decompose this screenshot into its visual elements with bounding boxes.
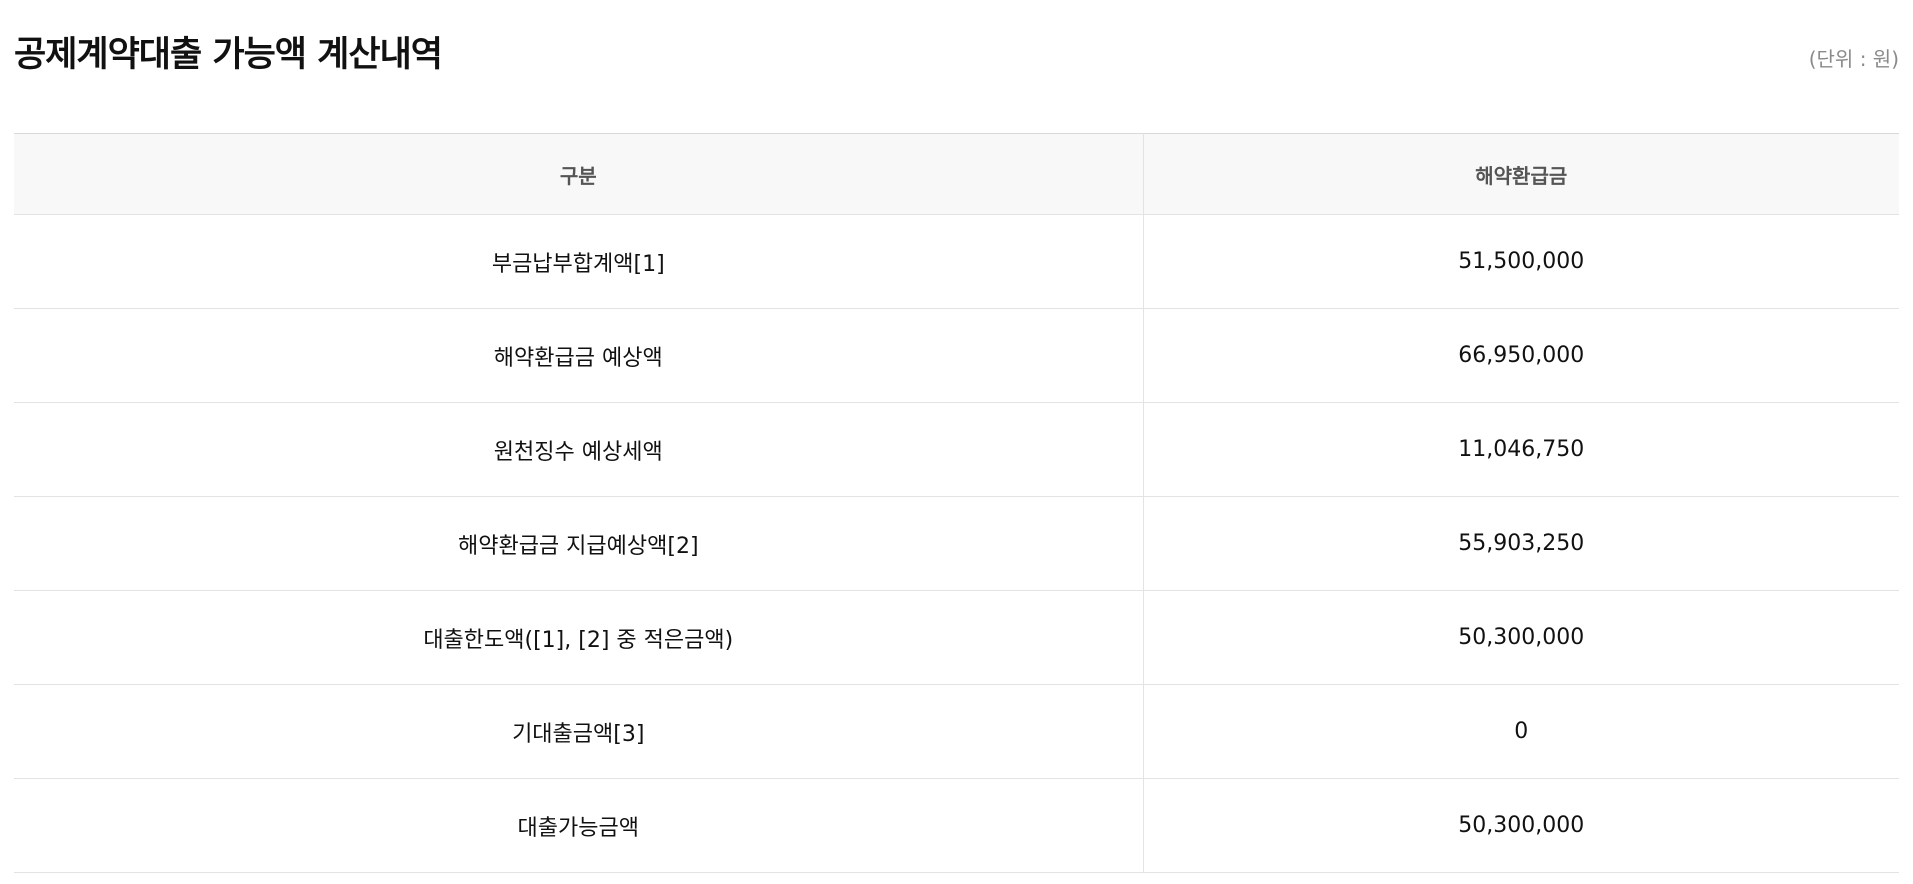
table-row: 해약환급금 지급예상액[2] 55,903,250 (14, 496, 1899, 591)
row-value: 11,046,750 (1143, 402, 1899, 497)
row-label: 부금납부합계액[1] (14, 214, 1144, 309)
row-label: 대출가능금액 (14, 778, 1144, 873)
calculation-table: 구분 해약환급금 부금납부합계액[1] 51,500,000 해약환급금 예상액… (14, 133, 1899, 873)
column-header-category: 구분 (14, 133, 1144, 215)
row-label: 해약환급금 예상액 (14, 308, 1144, 403)
unit-label: (단위 : 원) (1808, 47, 1899, 71)
row-value: 50,300,000 (1143, 778, 1899, 873)
table-row: 원천징수 예상세액 11,046,750 (14, 402, 1899, 497)
table-row: 해약환급금 예상액 66,950,000 (14, 308, 1899, 403)
table-row: 대출가능금액 50,300,000 (14, 778, 1899, 873)
table-row: 기대출금액[3] 0 (14, 684, 1899, 779)
page-title: 공제계약대출 가능액 계산내역 (14, 35, 443, 75)
row-value: 55,903,250 (1143, 496, 1899, 591)
row-label: 기대출금액[3] (14, 684, 1144, 779)
column-header-refund: 해약환급금 (1143, 133, 1899, 215)
row-value: 51,500,000 (1143, 214, 1899, 309)
row-label: 원천징수 예상세액 (14, 402, 1144, 497)
row-value: 50,300,000 (1143, 590, 1899, 685)
row-label: 해약환급금 지급예상액[2] (14, 496, 1144, 591)
table-row: 대출한도액([1], [2] 중 적은금액) 50,300,000 (14, 590, 1899, 685)
row-value: 66,950,000 (1143, 308, 1899, 403)
row-value: 0 (1143, 684, 1899, 779)
loan-calculation-section: 공제계약대출 가능액 계산내역 (단위 : 원) 구분 해약환급금 부금납부합계… (14, 0, 1899, 873)
row-label: 대출한도액([1], [2] 중 적은금액) (14, 590, 1144, 685)
table-row: 부금납부합계액[1] 51,500,000 (14, 214, 1899, 309)
section-header: 공제계약대출 가능액 계산내역 (단위 : 원) (14, 0, 1899, 133)
table-header-row: 구분 해약환급금 (14, 133, 1899, 215)
